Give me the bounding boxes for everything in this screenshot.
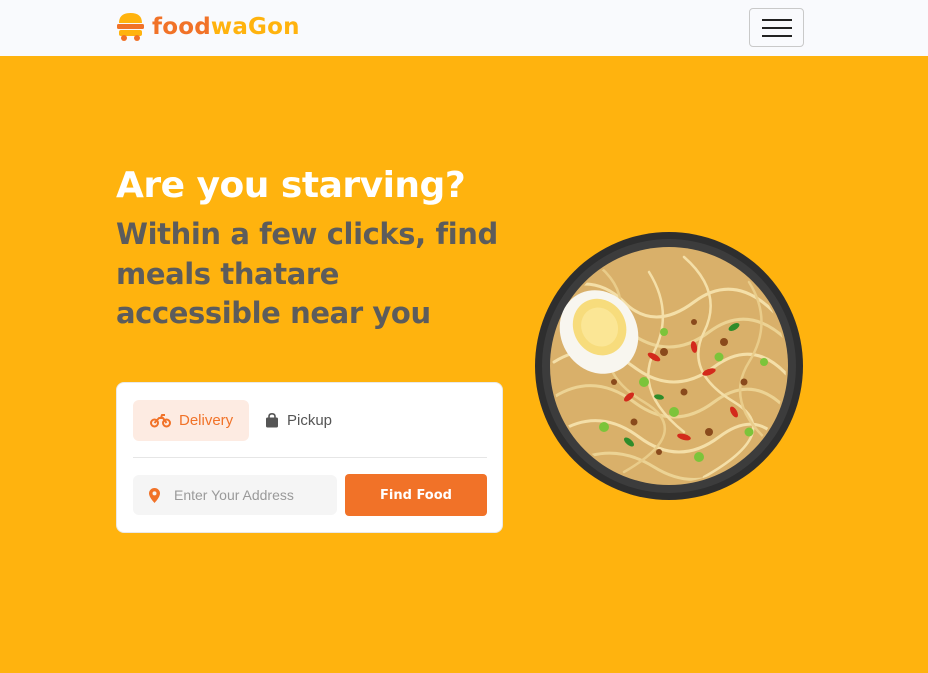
card-divider: [133, 457, 487, 458]
tab-delivery[interactable]: Delivery: [133, 400, 249, 441]
address-field[interactable]: [133, 475, 337, 515]
tab-pickup-label: Pickup: [287, 412, 333, 429]
motorcycle-icon: [150, 413, 171, 427]
find-food-button[interactable]: Find Food: [345, 474, 487, 516]
menu-toggle-button[interactable]: [749, 8, 804, 47]
brand-name-part2: waGon: [210, 14, 300, 40]
food-truck-logo-icon: [117, 13, 144, 41]
tab-pickup[interactable]: Pickup: [265, 400, 355, 441]
hamburger-menu-icon: [761, 34, 792, 37]
hamburger-menu-icon: [761, 18, 792, 21]
navbar: foodwaGon: [0, 0, 928, 56]
hero-subtitle: Within a few clicks, find meals thatare …: [116, 217, 498, 330]
brand-name: foodwaGon: [152, 14, 300, 40]
map-pin-icon: [149, 487, 160, 503]
hero-title: Are you starving?: [116, 165, 466, 206]
search-card: Delivery Pickup Find Food: [116, 382, 503, 533]
brand-name-part1: food: [152, 14, 211, 40]
tab-delivery-label: Delivery: [179, 412, 234, 429]
shopping-bag-icon: [266, 413, 278, 428]
noodle-bowl-image: [535, 232, 803, 500]
brand-link[interactable]: foodwaGon: [116, 12, 300, 42]
hamburger-menu-icon: [761, 26, 792, 29]
address-input[interactable]: [174, 487, 324, 503]
